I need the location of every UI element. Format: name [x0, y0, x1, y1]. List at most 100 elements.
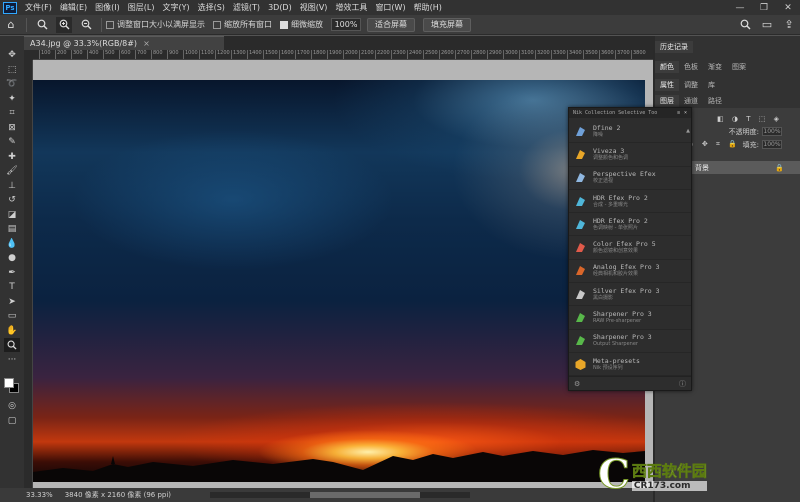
pen-tool-icon[interactable]: ✒	[4, 266, 20, 280]
menu-edit[interactable]: 编辑(E)	[56, 2, 91, 13]
gear-icon[interactable]: ⚙	[574, 380, 580, 388]
screen-mode-icon[interactable]: ▢	[4, 414, 20, 428]
workspace-icon[interactable]: ▭	[759, 17, 775, 33]
zoom-out-icon[interactable]	[78, 17, 94, 33]
scrollbar-thumb[interactable]	[310, 492, 420, 498]
type-tool-icon[interactable]: T	[4, 280, 20, 294]
document-tab[interactable]: A34.jpg @ 33.3%(RGB/8#) ×	[24, 36, 224, 50]
close-icon[interactable]: ✕	[776, 3, 800, 13]
close-icon[interactable]: ×	[143, 39, 150, 48]
zoom-tool-icon[interactable]	[4, 338, 20, 352]
nik-tool-item[interactable]: Sharpener Pro 3 RAW Pre-sharpener	[569, 306, 691, 330]
tab-history[interactable]: 历史记录	[655, 41, 693, 53]
quick-mask-icon[interactable]: ◎	[4, 399, 20, 413]
menu-3d[interactable]: 3D(D)	[264, 3, 296, 12]
zoom-all-windows-label: 缩放所有窗口	[224, 20, 272, 29]
menu-filter[interactable]: 滤镜(T)	[229, 2, 264, 13]
nik-tool-item[interactable]: Sharpener Pro 3 Output Sharpener	[569, 330, 691, 353]
path-selection-tool-icon[interactable]: ➤	[4, 295, 20, 309]
minimize-icon[interactable]: —	[728, 3, 752, 13]
nik-tool-item[interactable]: Analog Efex Pro 3 经典相机和胶片效果	[569, 260, 691, 284]
menu-layer[interactable]: 图层(L)	[124, 2, 159, 13]
nik-tool-item[interactable]: Dfine 2 降噪	[569, 120, 691, 144]
hand-tool-icon[interactable]: ✋	[4, 324, 20, 338]
maximize-icon[interactable]: ❐	[752, 3, 776, 13]
resize-windows-checkbox[interactable]: 调整窗口大小以满屏显示	[106, 19, 205, 30]
zoom-tool-icon[interactable]	[34, 17, 50, 33]
zoom-in-icon[interactable]	[56, 16, 72, 33]
tab-swatches[interactable]: 色板	[679, 61, 703, 73]
gradient-tool-icon[interactable]: ▤	[4, 222, 20, 236]
nik-tool-icon	[576, 149, 585, 159]
fit-screen-button[interactable]: 适合屏幕	[367, 17, 415, 32]
nik-tool-item[interactable]: Meta-presets Nik 预设序列	[569, 353, 691, 377]
color-swatches[interactable]	[3, 377, 21, 395]
info-icon[interactable]: ⓘ	[679, 379, 686, 389]
tab-channels[interactable]: 通道	[679, 95, 703, 107]
menu-select[interactable]: 选择(S)	[194, 2, 229, 13]
horizontal-scrollbar[interactable]	[210, 492, 470, 498]
nik-tool-item[interactable]: Perspective Efex 校正透视	[569, 167, 691, 190]
nik-title-bar[interactable]: Nik Collection Selective Too ≡ ×	[569, 108, 691, 118]
lasso-tool-icon[interactable]: ➰	[4, 77, 20, 91]
fill-field[interactable]: 100%	[762, 140, 782, 149]
zoom-level[interactable]: 33.33%	[26, 491, 53, 499]
rectangle-tool-icon[interactable]: ▭	[4, 309, 20, 323]
crop-tool-icon[interactable]: ⌗	[4, 106, 20, 120]
nik-tool-icon	[576, 196, 585, 206]
dodge-tool-icon[interactable]: ●	[4, 251, 20, 265]
scrubby-zoom-checkbox[interactable]: 细微缩放	[280, 19, 323, 30]
zoom-percentage-field[interactable]: 100%	[331, 18, 361, 31]
layer-filter-icons[interactable]: ◧ ◑ T ⬚ ◈	[717, 115, 782, 123]
tab-adjustments[interactable]: 调整	[679, 79, 703, 91]
nik-tool-item[interactable]: HDR Efex Pro 2 色调映射 - 单张照片	[569, 213, 691, 237]
nik-tool-item[interactable]: Color Efex Pro 5 颜色滤镜和创意效果	[569, 236, 691, 260]
blur-tool-icon[interactable]: 💧	[4, 237, 20, 251]
menu-view[interactable]: 视图(V)	[296, 2, 332, 13]
menu-help[interactable]: 帮助(H)	[410, 2, 446, 13]
fill-screen-button[interactable]: 填充屏幕	[423, 17, 471, 32]
layer-name[interactable]: 背景	[695, 163, 709, 173]
canvas-area[interactable]	[33, 60, 653, 488]
home-icon[interactable]: ⌂	[3, 17, 19, 33]
history-brush-tool-icon[interactable]: ↺	[4, 193, 20, 207]
menu-file[interactable]: 文件(F)	[21, 2, 56, 13]
tab-properties[interactable]: 属性	[655, 79, 679, 91]
menu-plugins[interactable]: 增效工具	[331, 2, 371, 13]
nik-tool-item[interactable]: HDR Efex Pro 2 合成 - 多重曝光	[569, 190, 691, 214]
scroll-up-icon[interactable]: ▲	[686, 128, 690, 134]
eraser-tool-icon[interactable]: ◪	[4, 208, 20, 222]
checkbox-box[interactable]	[106, 20, 114, 29]
marquee-tool-icon[interactable]: ⬚	[4, 63, 20, 77]
brush-tool-icon[interactable]: 🖌	[4, 164, 20, 178]
zoom-all-windows-checkbox[interactable]: 缩放所有窗口	[213, 19, 272, 30]
tab-paths[interactable]: 路径	[703, 95, 727, 107]
healing-brush-tool-icon[interactable]: ✚	[4, 150, 20, 164]
checkbox-box[interactable]	[213, 20, 221, 29]
menu-window[interactable]: 窗口(W)	[371, 2, 409, 13]
menu-image[interactable]: 图像(I)	[91, 2, 124, 13]
tab-libraries[interactable]: 库	[703, 79, 720, 91]
menu-type[interactable]: 文字(Y)	[158, 2, 193, 13]
menu-icon[interactable]: ≡	[677, 110, 680, 116]
clone-stamp-tool-icon[interactable]: ⊥	[4, 179, 20, 193]
search-icon[interactable]	[737, 17, 753, 33]
checkbox-box-checked[interactable]	[280, 20, 288, 29]
tab-gradients[interactable]: 渐变	[703, 61, 727, 73]
frame-tool-icon[interactable]: ⊠	[4, 121, 20, 135]
tab-color[interactable]: 颜色	[655, 61, 679, 73]
tab-patterns[interactable]: 图案	[727, 61, 751, 73]
tab-layers[interactable]: 图层	[655, 95, 679, 107]
nik-tool-item[interactable]: Silver Efex Pro 3 黑白摄影	[569, 283, 691, 307]
eyedropper-tool-icon[interactable]: ✎	[4, 135, 20, 149]
ruler-tick: 2100	[359, 50, 374, 59]
share-icon[interactable]: ⇪	[781, 17, 797, 33]
more-tools-icon[interactable]: ···	[4, 353, 20, 367]
move-tool-icon[interactable]: ✥	[4, 48, 20, 62]
foreground-color-swatch[interactable]	[4, 378, 14, 388]
close-icon[interactable]: ×	[684, 110, 687, 116]
magic-wand-tool-icon[interactable]: ✦	[4, 92, 20, 106]
layer-row[interactable]: 背景 🔒	[691, 161, 800, 174]
opacity-field[interactable]: 100%	[762, 127, 782, 136]
nik-tool-item[interactable]: Viveza 3 调整颜色和色调	[569, 143, 691, 167]
